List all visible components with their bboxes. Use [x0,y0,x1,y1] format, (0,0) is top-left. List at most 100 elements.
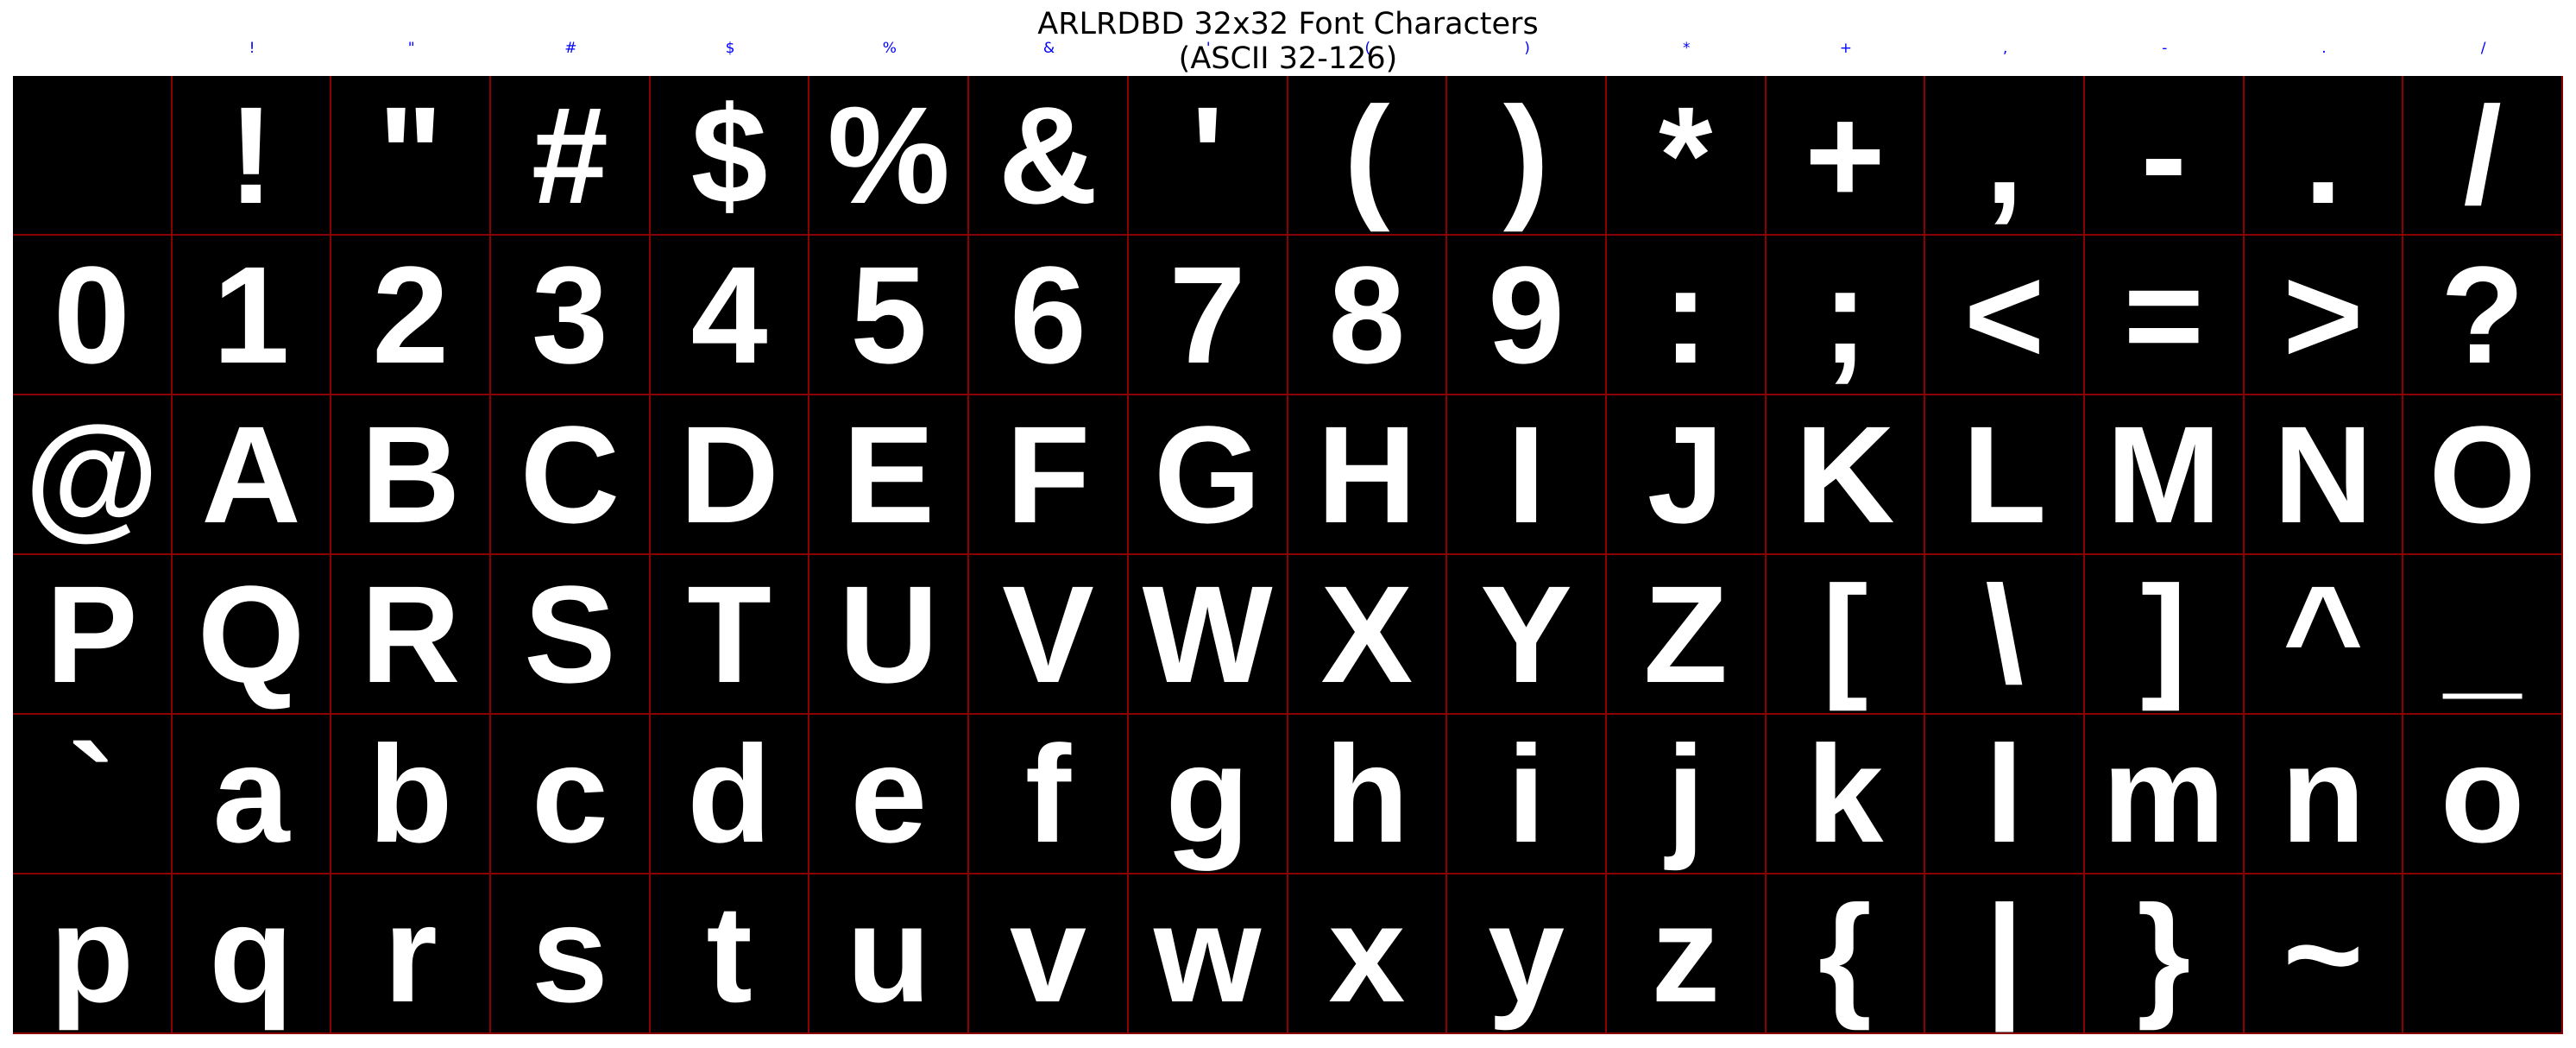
glyph-cell: M [2084,395,2245,555]
glyph-cell: r [331,874,492,1034]
glyph-cell: c [491,715,651,874]
glyph-cell: @ [13,395,173,555]
column-label: , [2002,40,2008,57]
glyph-cell: l [1925,715,2085,874]
glyph-cell: _ [2403,555,2563,715]
glyph-cell: C [491,395,651,555]
glyph-cell: ] [2084,555,2245,715]
glyph-cell: # [491,76,651,236]
glyph-cell: U [809,555,970,715]
glyph-cell [2403,874,2563,1034]
glyph-cell: 4 [650,236,810,395]
glyph-cell: : [1606,236,1767,395]
glyph-cell: o [2403,715,2563,874]
column-label: - [2162,40,2168,57]
glyph-cell: X [1288,555,1448,715]
glyph-cell [13,76,173,236]
glyph-cell: m [2084,715,2245,874]
glyph-cell: G [1128,395,1288,555]
glyph-cell: < [1925,236,2085,395]
column-label: * [1682,40,1691,57]
glyph-cell: y [1447,874,1607,1034]
column-labels: ! " # $% & ' () * +, -. / [13,40,2563,60]
glyph-cell: } [2084,874,2245,1034]
glyph-cell: ! [172,76,332,236]
glyph-cell: a [172,715,332,874]
glyph-cell: & [969,76,1129,236]
glyph-cell: K [1766,395,1926,555]
glyph-cell: H [1288,395,1448,555]
glyph-cell: R [331,555,492,715]
glyph-cell: ( [1288,76,1448,236]
glyph-cell: W [1128,555,1288,715]
glyph-cell: 2 [331,236,492,395]
glyph-cell: 0 [13,236,173,395]
glyph-cell: h [1288,715,1448,874]
glyph-cell: . [2244,76,2404,236]
glyph-cell: e [809,715,970,874]
glyph-cell: Z [1606,555,1767,715]
glyph-cell: b [331,715,492,874]
glyph-cell: / [2403,76,2563,236]
glyph-cell: ' [1128,76,1288,236]
glyph-cell: { [1766,874,1926,1034]
glyph-cell: w [1128,874,1288,1034]
glyph-cell: % [809,76,970,236]
glyph-cell: F [969,395,1129,555]
glyph-cell: B [331,395,492,555]
glyph-cell: f [969,715,1129,874]
column-label: ! [249,40,255,57]
character-grid: ! " # $% & '() * +, -./ 0 1 2 3 4 5 6 7 8 9:; < = >? @ A B C D E F G H… [13,76,2563,1034]
glyph-cell: Q [172,555,332,715]
glyph-cell: A [172,395,332,555]
glyph-cell: O [2403,395,2563,555]
column-label: ' [1206,40,1211,57]
glyph-cell: 1 [172,236,332,395]
glyph-cell: | [1925,874,2085,1034]
glyph-cell: > [2244,236,2404,395]
column-label: # [564,40,577,57]
glyph-cell: k [1766,715,1926,874]
glyph-cell: v [969,874,1129,1034]
column-label: $ [725,40,735,57]
glyph-cell: [ [1766,555,1926,715]
figure-title-line-1: ARLRDBD 32x32 Font Characters [1037,7,1539,41]
glyph-cell: N [2244,395,2404,555]
column-label: & [1042,40,1055,57]
glyph-cell: + [1766,76,1926,236]
glyph-cell: i [1447,715,1607,874]
column-label: + [1839,40,1853,57]
column-label: % [882,40,897,57]
glyph-cell: 6 [969,236,1129,395]
glyph-cell: j [1606,715,1767,874]
glyph-cell: n [2244,715,2404,874]
glyph-cell: ~ [2244,874,2404,1034]
column-label: " [407,40,415,57]
glyph-cell: 7 [1128,236,1288,395]
glyph-cell: Y [1447,555,1607,715]
glyph-cell: t [650,874,810,1034]
glyph-cell: T [650,555,810,715]
glyph-cell: * [1606,76,1767,236]
column-label: / [2480,40,2486,57]
glyph-cell: L [1925,395,2085,555]
glyph-cell: s [491,874,651,1034]
glyph-cell: ) [1447,76,1607,236]
glyph-cell: J [1606,395,1767,555]
column-label: ) [1524,40,1530,57]
glyph-cell: P [13,555,173,715]
glyph-cell: ^ [2244,555,2404,715]
glyph-cell: d [650,715,810,874]
glyph-cell: " [331,76,492,236]
column-label: . [2321,40,2327,57]
glyph-cell: g [1128,715,1288,874]
glyph-cell: x [1288,874,1448,1034]
glyph-cell: 8 [1288,236,1448,395]
glyph-cell: \ [1925,555,2085,715]
glyph-cell: 5 [809,236,970,395]
glyph-cell: V [969,555,1129,715]
glyph-cell: ? [2403,236,2563,395]
glyph-cell: I [1447,395,1607,555]
glyph-cell: = [2084,236,2245,395]
glyph-cell: - [2084,76,2245,236]
